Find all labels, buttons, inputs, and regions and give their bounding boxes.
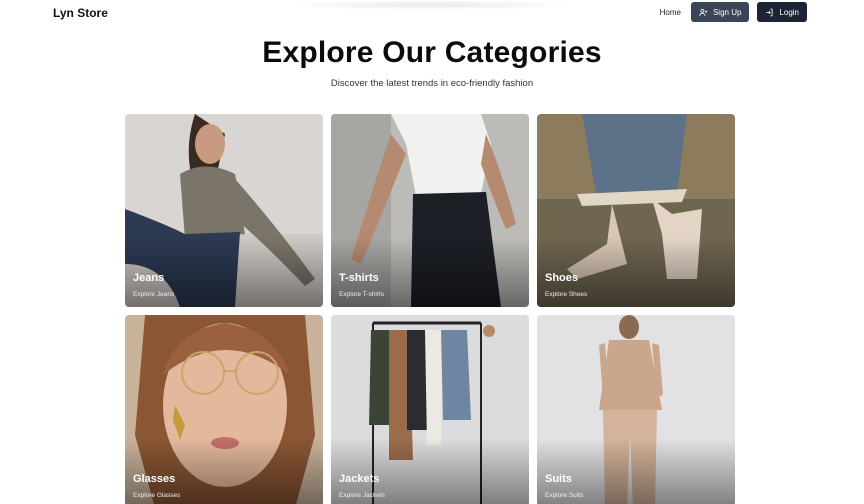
category-card-tshirts[interactable]: T-shirts Explore T-shirts [331,114,529,307]
user-plus-icon [699,8,708,16]
category-card-jeans[interactable]: Jeans Explore Jeans [125,114,323,307]
card-title: T-shirts [339,272,379,284]
card-title: Jackets [339,473,380,485]
site-header: Lyn Store Home Sign Up Login [0,0,864,28]
brand-logo[interactable]: Lyn Store [53,6,108,20]
category-card-shoes[interactable]: Shoes Explore Shoes [537,114,735,307]
login-button[interactable]: Login [757,2,807,22]
signup-label: Sign Up [712,7,742,17]
card-title: Shoes [545,272,579,284]
nav-home-link[interactable]: Home [660,8,681,17]
signup-button[interactable]: Sign Up [690,2,750,22]
card-title: Glasses [133,473,176,485]
card-subtitle: Explore Jackets [339,492,385,499]
card-subtitle: Explore Jeans [133,291,175,298]
card-subtitle: Explore T-shirts [339,291,385,298]
card-title: Suits [545,473,572,485]
card-subtitle: Explore Suits [545,492,584,499]
log-in-icon [766,8,773,16]
category-card-jackets[interactable]: Jackets Explore Jackets [331,315,529,504]
login-label: Login [779,7,799,17]
page-title: Explore Our Categories [262,36,602,69]
category-grid: Jeans Explore Jeans T-shirts Explore T-s… [125,114,736,504]
card-title: Jeans [133,272,165,284]
page-subtitle: Discover the latest trends in eco-friend… [330,78,534,89]
category-card-suits[interactable]: Suits Explore Suits [537,315,735,504]
card-subtitle: Explore Shoes [545,291,588,298]
category-card-glasses[interactable]: Glasses Explore Glasses [125,315,323,504]
card-subtitle: Explore Glasses [133,492,181,499]
top-nav: Home Sign Up Login [660,2,807,22]
